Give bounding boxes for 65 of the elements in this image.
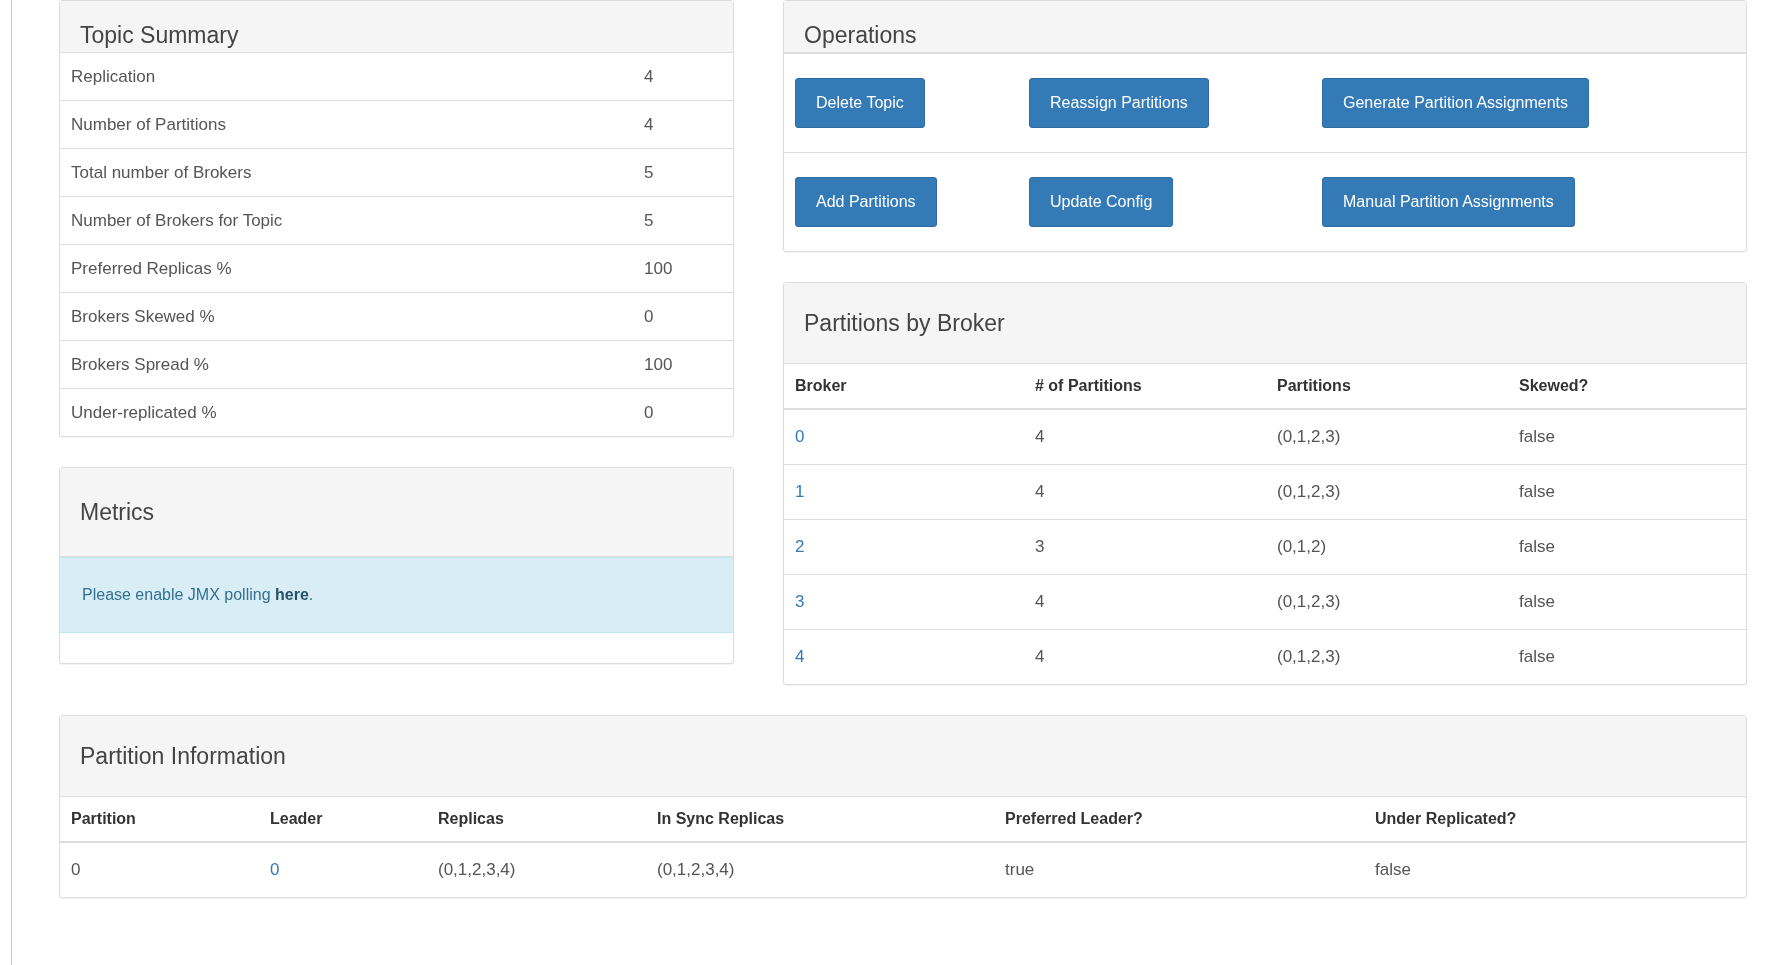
link[interactable]: 0 <box>795 427 805 446</box>
table-cell: Brokers Skewed % <box>60 292 633 341</box>
table-cell: (0,1,2,3) <box>1266 464 1508 520</box>
table-cell: false <box>1508 464 1746 520</box>
column-header: Partition <box>60 797 259 842</box>
table-cell: (0,1,2) <box>1266 519 1508 575</box>
action-button[interactable]: Add Partitions <box>795 177 937 227</box>
table-cell: 3 <box>1024 519 1266 575</box>
table-cell: (0,1,2,3) <box>1266 629 1508 684</box>
link[interactable]: 2 <box>795 537 805 556</box>
link[interactable]: 3 <box>795 592 805 611</box>
table-cell: 5 <box>633 196 733 245</box>
table-cell: false <box>1508 574 1746 630</box>
table-cell: 100 <box>633 340 733 389</box>
table-cell: (0,1,2,3) <box>1266 574 1508 630</box>
panel-title: Operations <box>784 1 1746 53</box>
panel-title: Partition Information <box>60 716 1746 797</box>
link[interactable]: 4 <box>795 647 805 666</box>
column-header: Under Replicated? <box>1364 797 1746 842</box>
column-header: Partitions <box>1266 364 1508 409</box>
table-cell: Brokers Spread % <box>60 340 633 389</box>
table-cell: 0 <box>633 292 733 341</box>
column-header: Replicas <box>427 797 646 842</box>
panel-title: Topic Summary <box>60 1 733 53</box>
column-header: Broker <box>784 364 1024 409</box>
panel-title: Metrics <box>60 468 733 557</box>
link[interactable]: 1 <box>795 482 805 501</box>
table-cell: 4 <box>1024 464 1266 520</box>
table-cell: 4 <box>633 53 733 101</box>
link[interactable]: here <box>275 586 309 603</box>
table-cell: 4 <box>1024 574 1266 630</box>
table-cell: Replication <box>60 53 633 101</box>
column-header: Leader <box>259 797 427 842</box>
table-cell: (0,1,2,3) <box>1266 409 1508 465</box>
table-cell: false <box>1364 842 1746 897</box>
column-header: # of Partitions <box>1024 364 1266 409</box>
table-cell: true <box>994 842 1364 897</box>
action-button[interactable]: Update Config <box>1029 177 1174 227</box>
column-header: Skewed? <box>1508 364 1746 409</box>
table-cell: Number of Partitions <box>60 100 633 149</box>
table-cell: (0,1,2,3,4) <box>646 842 994 897</box>
action-button[interactable]: Generate Partition Assignments <box>1322 78 1589 128</box>
table-cell: false <box>1508 629 1746 684</box>
table-cell: 100 <box>633 244 733 293</box>
table-cell: Number of Brokers for Topic <box>60 196 633 245</box>
table-cell: Preferred Replicas % <box>60 244 633 293</box>
table-cell: 0 <box>60 842 259 897</box>
table-cell: false <box>1508 519 1746 575</box>
action-button[interactable]: Manual Partition Assignments <box>1322 177 1575 227</box>
action-button[interactable]: Reassign Partitions <box>1029 78 1209 128</box>
column-header: Preferred Leader? <box>994 797 1364 842</box>
table-cell: (0,1,2,3,4) <box>427 842 646 897</box>
alert-message: Please enable JMX polling here. <box>82 586 314 604</box>
table-cell: 4 <box>1024 409 1266 465</box>
table-cell: false <box>1508 409 1746 465</box>
action-button[interactable]: Delete Topic <box>795 78 925 128</box>
column-header: In Sync Replicas <box>646 797 994 842</box>
link[interactable]: 0 <box>270 860 280 879</box>
panel-title: Partitions by Broker <box>784 283 1746 364</box>
table-cell: 0 <box>633 388 733 436</box>
table-cell: 4 <box>1024 629 1266 684</box>
table-cell: 5 <box>633 148 733 197</box>
table-cell: 4 <box>633 100 733 149</box>
table-cell: Under-replicated % <box>60 388 633 436</box>
table-cell: Total number of Brokers <box>60 148 633 197</box>
